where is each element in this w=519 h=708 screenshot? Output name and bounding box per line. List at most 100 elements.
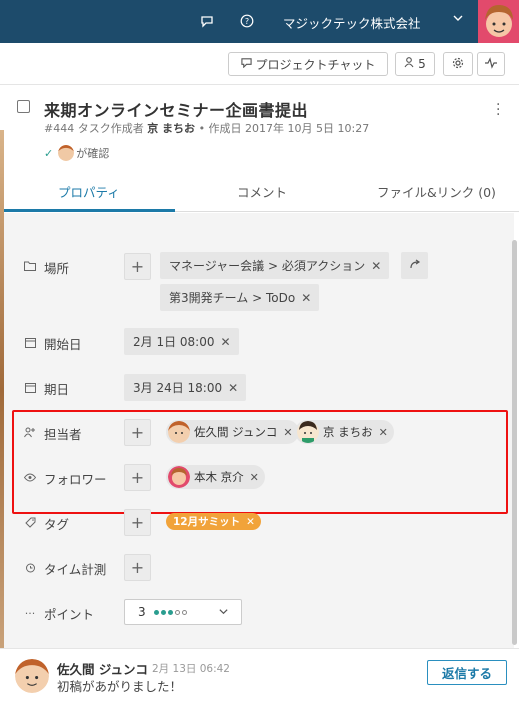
point-select[interactable]: 3 (124, 599, 242, 625)
add-location-button[interactable]: + (124, 253, 151, 280)
location-chip-label: マネージャー会議 > 必須アクション (169, 259, 366, 273)
point-dot (181, 609, 187, 615)
remove-icon[interactable]: ✕ (283, 426, 292, 439)
follower-label: フォロワー (44, 472, 107, 487)
location-chip[interactable]: マネージャー会議 > 必須アクション ✕ (160, 252, 390, 279)
add-follower-button[interactable]: + (124, 464, 151, 491)
remove-icon[interactable]: ✕ (246, 516, 255, 528)
follower-name: 本木 京介 (194, 470, 244, 484)
chevron-down-icon (218, 606, 229, 620)
location-label: 場所 (44, 261, 70, 276)
tab-files-links[interactable]: ファイル&リンク (0) (377, 182, 496, 201)
project-chat-button[interactable]: プロジェクトチャット (228, 52, 388, 76)
tab-comments[interactable]: コメント (237, 182, 287, 201)
remove-icon[interactable]: ✕ (250, 471, 259, 484)
settings-button[interactable] (443, 52, 473, 76)
active-tab-indicator (4, 209, 175, 212)
due-date-chip[interactable]: 3月 24日 18:00 ✕ (124, 374, 247, 401)
point-row-label: ··· ポイント (24, 604, 94, 623)
remove-icon[interactable]: ✕ (301, 291, 311, 305)
tab-bar: プロパティ コメント ファイル&リンク (0) (4, 172, 519, 212)
activity-button[interactable] (477, 52, 505, 76)
add-time-button[interactable]: + (124, 554, 151, 581)
location-chip[interactable]: 第3開発チーム > ToDo ✕ (160, 284, 320, 311)
remove-icon[interactable]: ✕ (371, 259, 381, 273)
chat-icon[interactable] (198, 12, 216, 30)
folder-icon (24, 261, 36, 274)
avatar (168, 466, 190, 488)
assignee-icon (24, 427, 36, 441)
point-value: 3 (138, 605, 146, 619)
check-icon: ✓ (44, 146, 54, 160)
user-avatar[interactable] (478, 0, 519, 43)
point-dot (160, 609, 166, 615)
company-name[interactable]: マジックテック株式会社 (283, 13, 421, 32)
add-assignee-button[interactable]: + (124, 419, 151, 446)
svg-text:?: ? (245, 17, 249, 26)
confirmer-avatar (58, 145, 75, 161)
start-date-value: 2月 1日 08:00 (133, 335, 215, 349)
avatar (297, 421, 319, 443)
follower-chip[interactable]: 本木 京介 ✕ (166, 465, 265, 489)
start-date-chip[interactable]: 2月 1日 08:00 ✕ (124, 328, 239, 355)
comment-author-avatar (15, 659, 49, 693)
task-title[interactable]: 来期オンラインセミナー企画書提出 (44, 97, 308, 121)
tag-name: 12月サミット (173, 516, 241, 528)
tag-label: タグ (44, 517, 70, 532)
task-complete-checkbox[interactable] (17, 100, 30, 113)
assignee-chip[interactable]: 京 まちお ✕ (295, 420, 394, 444)
due-date-value: 3月 24日 18:00 (133, 381, 223, 395)
tag-chip[interactable]: 12月サミット ✕ (166, 513, 261, 530)
confirmation: ✓ が確認 (44, 145, 109, 161)
remove-icon[interactable]: ✕ (379, 426, 388, 439)
activity-icon (485, 56, 497, 72)
add-tag-button[interactable]: + (124, 509, 151, 536)
share-location-button[interactable] (401, 252, 428, 279)
remove-icon[interactable]: ✕ (228, 381, 238, 395)
start-date-label: 開始日 (44, 337, 82, 352)
point-dot (167, 609, 173, 615)
avatar (168, 421, 190, 443)
remove-icon[interactable]: ✕ (220, 335, 230, 349)
time-tracking-label: タイム計測 (44, 562, 107, 577)
chevron-down-icon[interactable] (452, 12, 464, 27)
members-button[interactable]: 5 (395, 52, 435, 76)
task-meta: #444 タスク作成者 京 まちお • 作成日 2017年 10月 5日 10:… (44, 120, 369, 136)
point-dot (174, 609, 180, 615)
start-date-row-label: 開始日 (24, 334, 82, 353)
assignee-row-label: 担当者 (24, 424, 82, 443)
point-dot (153, 609, 159, 615)
location-chip-label: 第3開発チーム > ToDo (169, 291, 296, 305)
member-count: 5 (418, 57, 426, 71)
gear-icon (452, 57, 464, 72)
comment-date: 2月 13日 06:42 (152, 663, 230, 675)
assignee-chip[interactable]: 佐久間 ジュンコ ✕ (166, 420, 299, 444)
help-icon[interactable]: ? (238, 12, 256, 30)
project-chat-label: プロジェクトチャット (255, 57, 376, 72)
ellipsis-icon: ··· (24, 607, 36, 620)
comment-text: 初稿があがりました！ (57, 679, 183, 694)
point-label: ポイント (44, 607, 95, 622)
tab-properties[interactable]: プロパティ (58, 182, 120, 201)
creator-label: タスク作成者 (77, 122, 144, 135)
chat-icon (240, 57, 252, 71)
reply-button[interactable]: 返信する (427, 660, 507, 685)
follower-row-label: フォロワー (23, 469, 107, 488)
more-menu-icon[interactable]: · · · (496, 98, 500, 122)
share-arrow-icon (409, 258, 421, 273)
assignee-name: 京 まちお (323, 425, 373, 439)
point-dots (153, 609, 187, 615)
task-toolbar: プロジェクトチャット 5 (0, 43, 519, 85)
alarm-clock-icon (24, 562, 36, 576)
task-id: #444 (44, 122, 75, 135)
due-date-row-label: 期日 (24, 379, 69, 398)
scrollbar[interactable] (512, 240, 517, 645)
calendar-icon (24, 337, 36, 351)
confirmed-label: が確認 (76, 147, 110, 160)
due-date-label: 期日 (44, 382, 70, 397)
tag-icon (24, 517, 36, 531)
assignee-name: 佐久間 ジュンコ (194, 425, 278, 439)
person-icon (404, 57, 414, 71)
created-date: • 作成日 2017年 10月 5日 10:27 (198, 122, 370, 135)
eye-icon (23, 472, 37, 485)
